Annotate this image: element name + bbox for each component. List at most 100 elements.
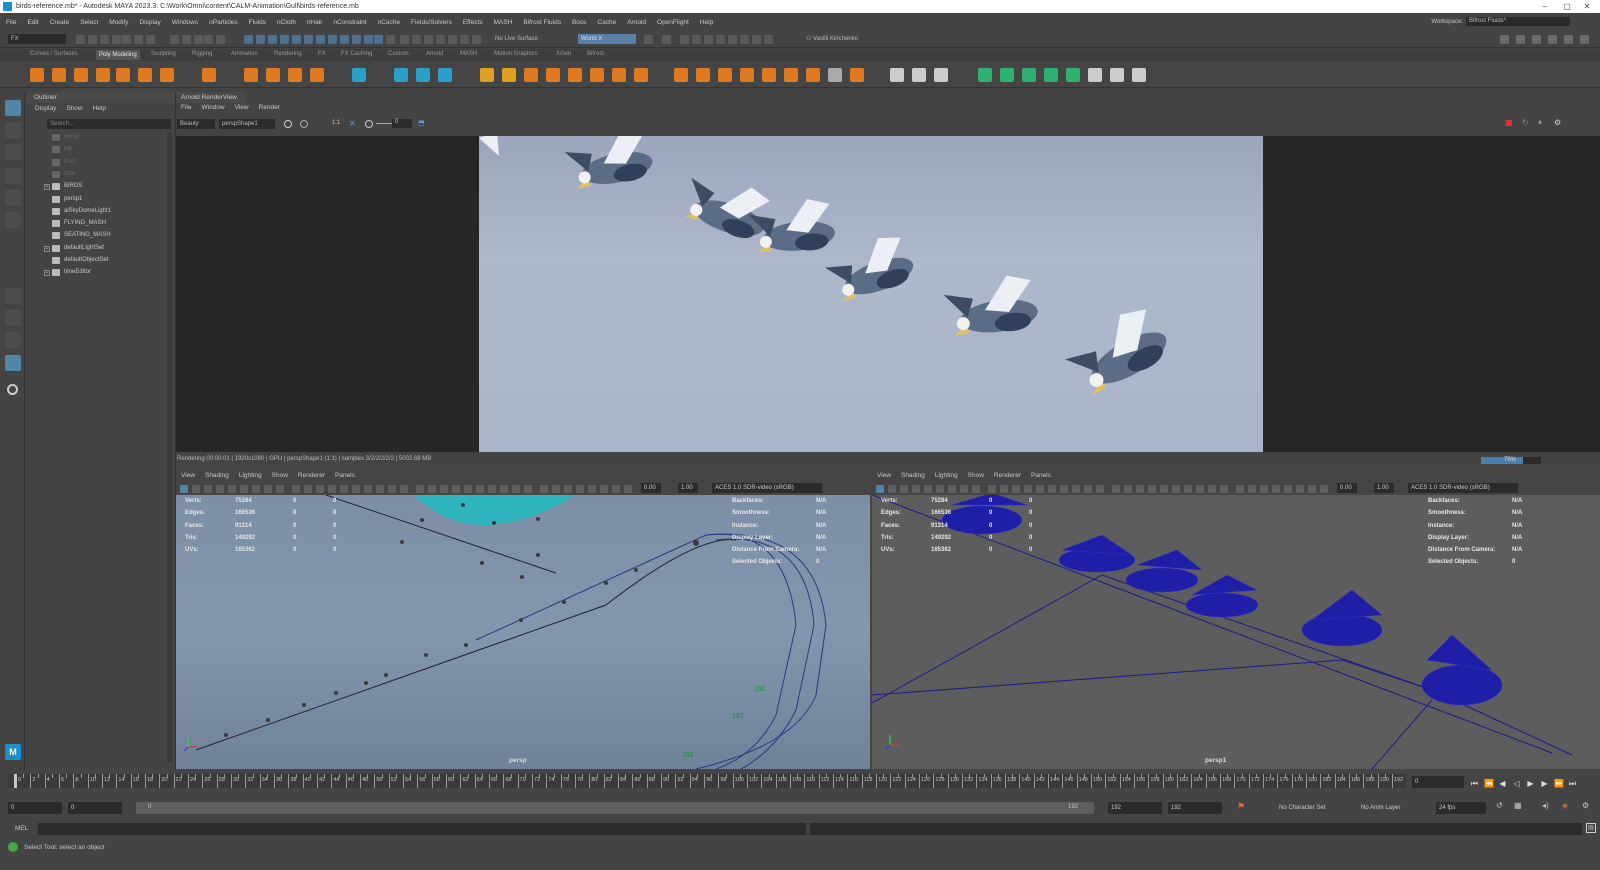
playback-end-field[interactable]: 192 [1108, 802, 1162, 814]
keyframe-icon[interactable]: ◈ [1562, 801, 1568, 810]
command-input[interactable] [38, 823, 806, 835]
shelf-tool-icon[interactable] [480, 68, 494, 82]
shelf-tool-icon[interactable] [806, 68, 820, 82]
viewport-menu-renderer[interactable]: Renderer [298, 472, 325, 479]
fps-dropdown[interactable]: 24 fps [1436, 802, 1486, 814]
shelf-tab-curves-surfaces[interactable]: Curves / Surfaces [30, 51, 78, 57]
menu-nparticles[interactable]: nParticles [209, 19, 238, 26]
viewport-tool-icon[interactable] [1072, 485, 1080, 493]
outliner-item[interactable]: defaultObjectSet [44, 255, 164, 266]
viewport-tool-icon[interactable] [1112, 485, 1120, 493]
viewport-tool-icon[interactable] [1260, 485, 1268, 493]
viewport-tool-icon[interactable] [1096, 485, 1104, 493]
statusline-tool-icon[interactable] [122, 35, 131, 44]
outliner-menu-show[interactable]: Show [66, 105, 82, 112]
statusline-tool-icon[interactable] [400, 35, 409, 44]
outliner-search-input[interactable]: Search... [47, 119, 171, 129]
rotate-tool-icon[interactable] [5, 190, 21, 206]
viewport-tool-icon[interactable] [1196, 485, 1204, 493]
exposure-field[interactable]: 0 [392, 119, 412, 128]
refresh-icon[interactable]: ↻ [1522, 118, 1529, 127]
gamma-field[interactable]: 0.00 [641, 483, 661, 493]
statusline-tool-icon[interactable] [680, 35, 689, 44]
viewport-tool-icon[interactable] [1296, 485, 1304, 493]
viewport-menu-shading[interactable]: Shading [205, 472, 229, 479]
viewport-menu-view[interactable]: View [181, 472, 195, 479]
statusline-tool-icon[interactable] [386, 35, 395, 44]
shelf-tab-motion-graphics[interactable]: Motion Graphics [494, 51, 538, 57]
statusline-tool-icon[interactable] [716, 35, 725, 44]
user-account[interactable]: ⚇ Vasilii Kirichenko [803, 34, 875, 44]
statusline-tool-icon[interactable] [662, 35, 671, 44]
select-tool-icon[interactable] [5, 100, 21, 116]
shelf-tool-icon[interactable] [310, 68, 324, 82]
viewport-tool-icon[interactable] [1220, 485, 1228, 493]
viewport-tool-icon[interactable] [292, 485, 300, 493]
stop-render-icon[interactable] [1506, 120, 1512, 126]
menu-windows[interactable]: Windows [172, 19, 198, 26]
outliner-menu-help[interactable]: Help [93, 105, 106, 112]
viewport-tool-icon[interactable] [1012, 485, 1020, 493]
lasso-tool-icon[interactable] [5, 122, 21, 138]
single-perspective-layout-icon[interactable] [5, 288, 21, 304]
shelf-tab-custom[interactable]: Custom [388, 51, 409, 57]
character-set-dropdown[interactable]: No Character Set [1276, 802, 1354, 814]
symmetry-dropdown[interactable]: World X [578, 34, 636, 44]
viewport-tool-icon[interactable] [588, 485, 596, 493]
shelf-tool-icon[interactable] [74, 68, 88, 82]
viewport-tool-icon[interactable] [1148, 485, 1156, 493]
menu-edit[interactable]: Edit [27, 19, 38, 26]
viewport-tool-icon[interactable] [328, 485, 336, 493]
command-lang-label[interactable]: MEL [15, 825, 28, 832]
shelf-tool-icon[interactable] [266, 68, 280, 82]
shelf-tool-icon[interactable] [590, 68, 604, 82]
outliner-item[interactable]: aiSkyDomeLight1 [44, 206, 164, 217]
viewport-menu-show[interactable]: Show [272, 472, 288, 479]
auto-key-icon[interactable]: ⚑ [1237, 801, 1245, 812]
shelf-tool-icon[interactable] [416, 68, 430, 82]
statusline-tool-icon[interactable] [448, 35, 457, 44]
outliner-layout-icon[interactable] [5, 355, 21, 371]
viewport-tool-icon[interactable] [264, 485, 272, 493]
panel-toggle-icon[interactable] [1580, 35, 1589, 44]
viewport-tool-icon[interactable] [888, 485, 896, 493]
outliner-item[interactable]: FLYING_MASH [44, 218, 164, 229]
menu-cache[interactable]: Cache [597, 19, 616, 26]
statusline-tool-icon[interactable] [764, 35, 773, 44]
menu-nhair[interactable]: nHair [307, 19, 323, 26]
time-slider-bar[interactable]: 0 2 4 6 8 10 12 14 16 18 20 22 24 26 28 30 32 34 36 38 40 42 4… [8, 774, 1406, 788]
shelf-tool-icon[interactable] [696, 68, 710, 82]
close-button[interactable]: ✕ [1578, 0, 1596, 13]
statusline-tool-icon[interactable] [170, 35, 179, 44]
shelf-tool-icon[interactable] [30, 68, 44, 82]
menu-display[interactable]: Display [139, 19, 160, 26]
viewport-tool-icon[interactable] [876, 485, 884, 493]
shelf-tool-icon[interactable] [116, 68, 130, 82]
step-forward-frame-icon[interactable]: ▶ [1540, 779, 1549, 788]
shelf-tool-icon[interactable] [1088, 68, 1102, 82]
shelf-tool-icon[interactable] [612, 68, 626, 82]
viewport-tool-icon[interactable] [988, 485, 996, 493]
loop-icon[interactable]: ↺ [1496, 801, 1503, 810]
viewport-tool-icon[interactable] [1308, 485, 1316, 493]
shelf-tool-icon[interactable] [1022, 68, 1036, 82]
play-back-icon[interactable]: ◁ [1512, 779, 1521, 788]
viewport-tool-icon[interactable] [948, 485, 956, 493]
menu-bifrost-fluids[interactable]: Bifrost Fluids [523, 19, 561, 26]
shelf-tool-icon[interactable] [1044, 68, 1058, 82]
viewport-tool-icon[interactable] [1284, 485, 1292, 493]
statusline-tool-icon[interactable] [412, 35, 421, 44]
statusline-tool-icon[interactable] [182, 35, 191, 44]
playback-start-field[interactable]: 0 [68, 802, 122, 814]
shelf-tab-fx[interactable]: FX [318, 51, 326, 57]
viewport-tool-icon[interactable] [228, 485, 236, 493]
panel-toggle-icon[interactable] [1500, 35, 1509, 44]
statusline-tool-icon[interactable] [204, 35, 213, 44]
outliner-scrollbar[interactable] [167, 132, 172, 762]
shelf-tool-icon[interactable] [502, 68, 516, 82]
step-back-key-icon[interactable]: ⏪ [1484, 779, 1494, 788]
viewport-tool-icon[interactable] [624, 485, 632, 493]
viewport-tool-icon[interactable] [972, 485, 980, 493]
outliner-item[interactable]: persp [44, 132, 164, 143]
shelf-tool-icon[interactable] [1000, 68, 1014, 82]
